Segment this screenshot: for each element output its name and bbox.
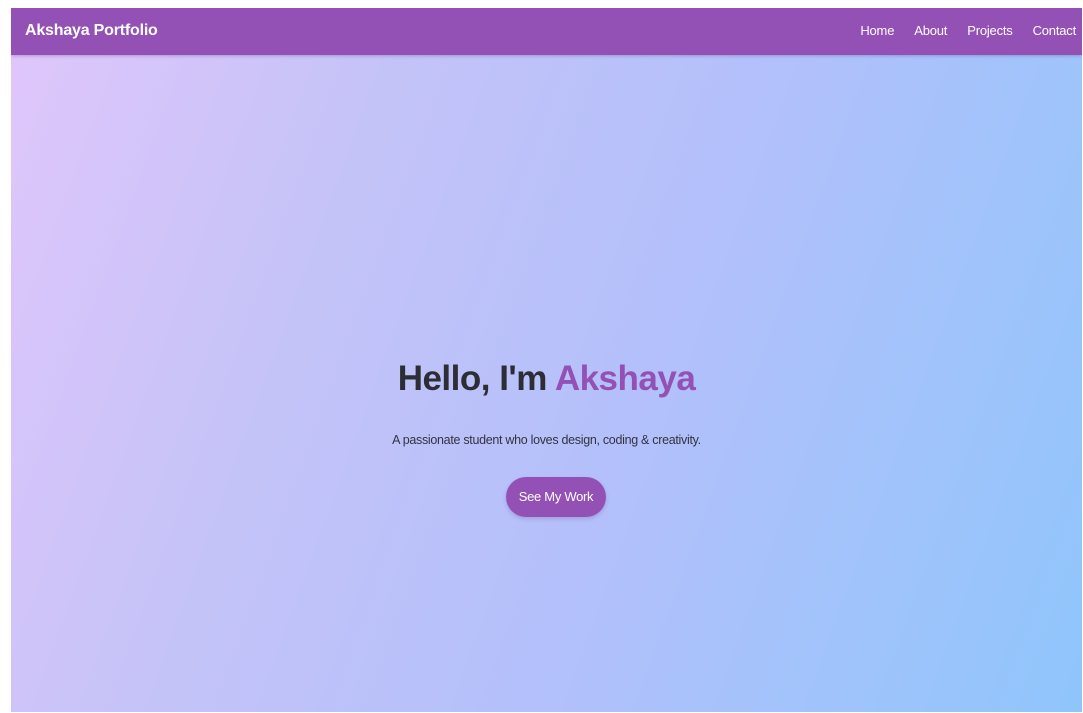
- hero-greeting: Hello, I'm: [397, 359, 548, 398]
- nav-link-contact[interactable]: Contact: [1033, 23, 1077, 38]
- nav-links: Home About Projects Contact: [860, 23, 1076, 38]
- nav-link-about[interactable]: About: [914, 23, 947, 38]
- hero-title: Hello, I'm Akshaya: [11, 359, 1082, 399]
- nav-link-projects[interactable]: Projects: [967, 23, 1013, 38]
- hero-name: Akshaya: [554, 359, 696, 398]
- nav-link-home[interactable]: Home: [860, 23, 894, 38]
- navbar: Akshaya Portfolio Home About Projects Co…: [11, 8, 1082, 55]
- page-frame: Akshaya Portfolio Home About Projects Co…: [11, 8, 1082, 712]
- hero-subtitle: A passionate student who loves design, c…: [392, 433, 701, 447]
- brand-logo[interactable]: Akshaya Portfolio: [25, 22, 158, 40]
- see-my-work-button[interactable]: See My Work: [506, 477, 606, 517]
- hero-section: Hello, I'm Akshaya A passionate student …: [11, 55, 1082, 712]
